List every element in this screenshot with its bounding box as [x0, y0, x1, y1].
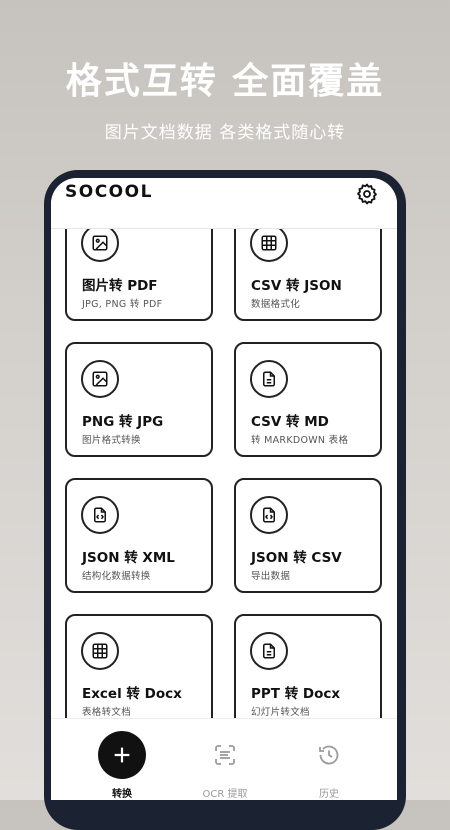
card-title: PPT 转 Docx	[251, 686, 341, 702]
card-title: CSV 转 JSON	[251, 278, 342, 294]
table-icon	[250, 224, 288, 262]
card-title: JSON 转 CSV	[251, 550, 342, 566]
image-icon	[81, 360, 119, 398]
tab-label: 转换	[112, 789, 132, 800]
code-file-icon	[250, 496, 288, 534]
card-title: 图片转 PDF	[82, 278, 158, 294]
tab-history[interactable]: 历史	[279, 719, 379, 800]
card-subtitle: 表格转文档	[82, 707, 132, 718]
card-excel-to-docx[interactable]: Excel 转 Docx 表格转文档	[65, 614, 213, 729]
converter-grid: 图片转 PDF JPG, PNG 转 PDF CSV 转 JSON 数据格式化 …	[51, 206, 397, 729]
tab-ocr[interactable]: OCR 提取	[175, 719, 275, 800]
promo-subtitle: 图片文档数据 各类格式随心转	[104, 123, 346, 143]
card-json-to-csv[interactable]: JSON 转 CSV 导出数据	[234, 478, 382, 593]
tab-convert[interactable]: 转换	[72, 719, 172, 800]
tab-label: 历史	[319, 789, 339, 800]
card-ppt-to-docx[interactable]: PPT 转 Docx 幻灯片转文档	[234, 614, 382, 729]
tab-label: OCR 提取	[202, 789, 248, 800]
card-json-to-xml[interactable]: JSON 转 XML 结构化数据转换	[65, 478, 213, 593]
card-title: Excel 转 Docx	[82, 686, 182, 702]
card-png-to-jpg[interactable]: PNG 转 JPG 图片格式转换	[65, 342, 213, 457]
code-file-icon	[81, 496, 119, 534]
promo-title: 格式互转 全面覆盖	[65, 61, 385, 102]
card-title: PNG 转 JPG	[82, 414, 164, 430]
card-subtitle: 结构化数据转换	[82, 571, 151, 582]
card-subtitle: JPG, PNG 转 PDF	[82, 299, 163, 310]
bottom-tab-bar: 转换 OCR 提取 历史	[51, 718, 397, 800]
app-header: SOCOOL	[51, 178, 397, 229]
image-icon	[81, 224, 119, 262]
card-subtitle: 导出数据	[251, 571, 291, 582]
card-subtitle: 数据格式化	[251, 299, 301, 310]
gear-icon	[357, 183, 377, 205]
app-logo: SOCOOL	[65, 182, 153, 202]
document-icon	[250, 632, 288, 670]
card-title: JSON 转 XML	[82, 550, 175, 566]
app-screen: SOCOOL 图片转 PDF JPG, PNG 转 PDF CSV 转 JSON…	[51, 178, 397, 800]
card-subtitle: 幻灯片转文档	[251, 707, 310, 718]
card-subtitle: 图片格式转换	[82, 435, 141, 446]
card-csv-to-md[interactable]: CSV 转 MD 转 MARKDOWN 表格	[234, 342, 382, 457]
table-icon	[81, 632, 119, 670]
history-icon	[319, 745, 339, 765]
card-subtitle: 转 MARKDOWN 表格	[251, 435, 349, 446]
plus-icon	[98, 731, 146, 779]
settings-button[interactable]	[355, 182, 379, 206]
card-title: CSV 转 MD	[251, 414, 329, 430]
scan-text-icon	[215, 745, 235, 765]
document-icon	[250, 360, 288, 398]
